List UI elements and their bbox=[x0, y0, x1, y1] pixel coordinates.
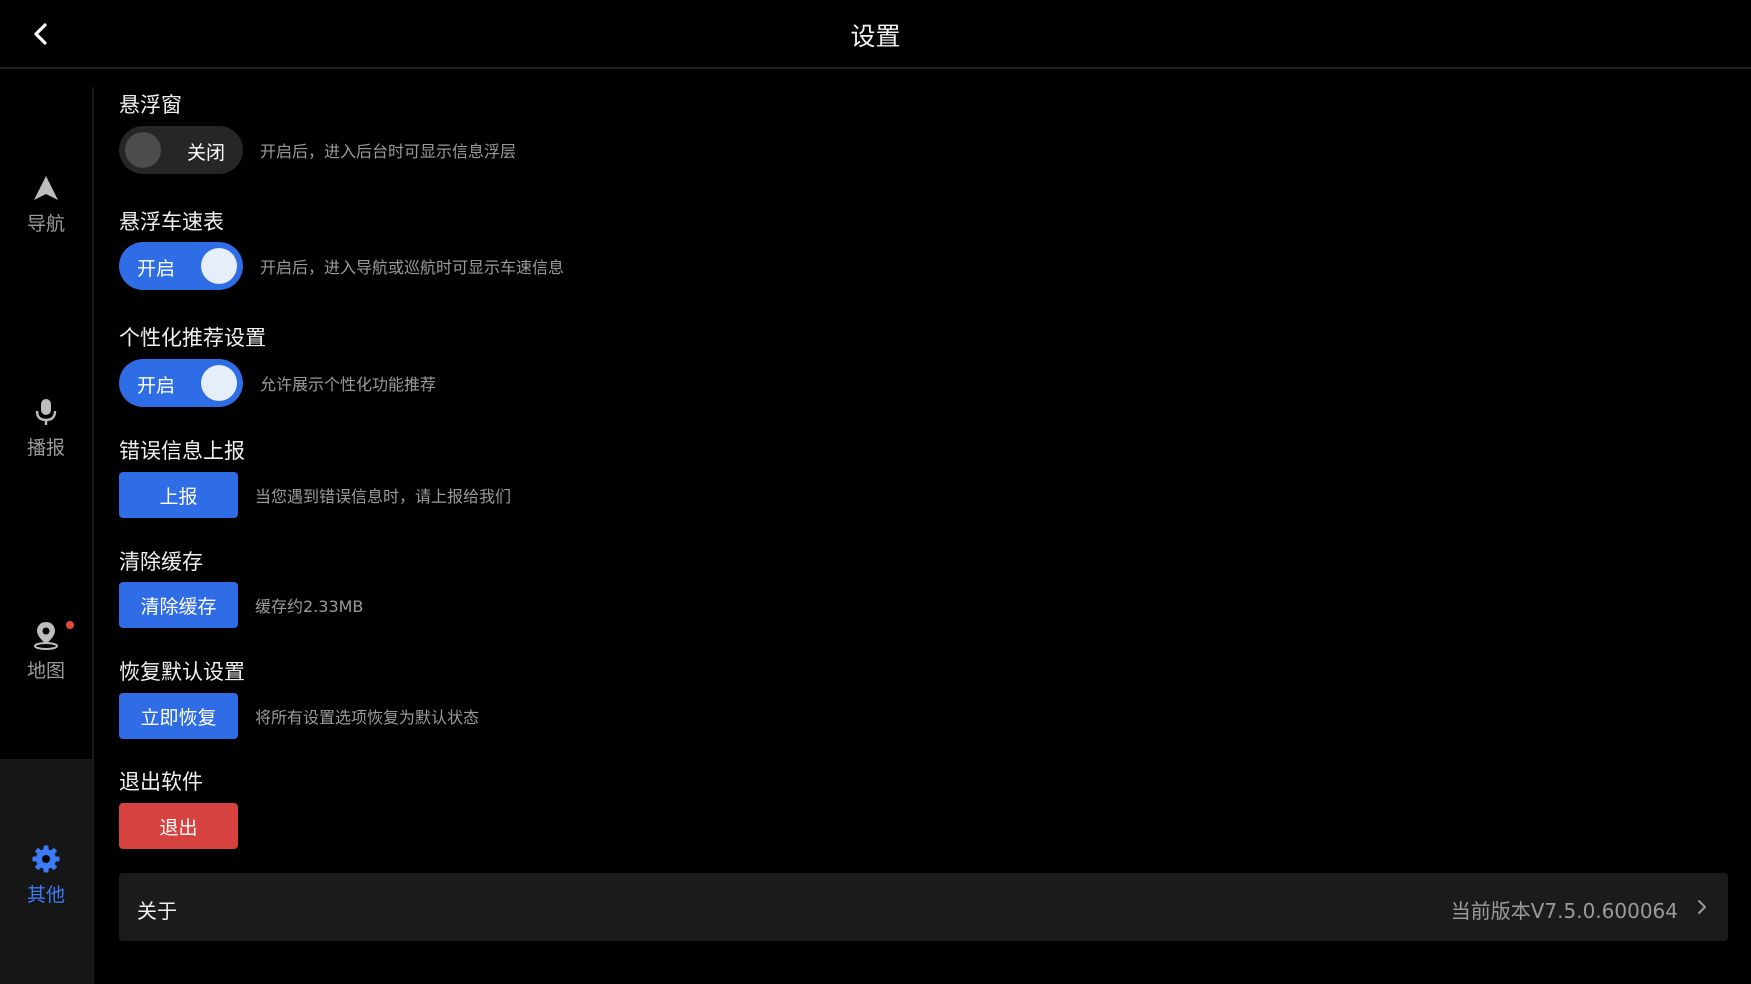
restore-default-button[interactable]: 立即恢复 bbox=[119, 693, 238, 739]
toggle-knob bbox=[201, 365, 237, 401]
sidebar-item-label: 导航 bbox=[26, 213, 65, 235]
section-personalized-recommendation: 个性化推荐设置 bbox=[119, 322, 266, 352]
about-label: 关于 bbox=[137, 899, 177, 923]
section-title: 错误信息上报 bbox=[119, 439, 245, 463]
settings-screen: 设置 导航 播报 地图 其他 悬浮窗 关闭 开启后，进入后台时可显示信息浮层 悬… bbox=[0, 0, 1751, 984]
sidebar: 导航 播报 地图 其他 bbox=[0, 87, 94, 984]
sidebar-item-label: 其他 bbox=[26, 884, 65, 906]
header-bar: 设置 bbox=[0, 0, 1751, 69]
section-clear-cache: 清除缓存 bbox=[119, 546, 203, 576]
restore-default-description: 将所有设置选项恢复为默认状态 bbox=[255, 708, 480, 727]
section-error-report: 错误信息上报 bbox=[119, 435, 245, 465]
toggle-knob bbox=[125, 132, 161, 168]
clear-cache-button[interactable]: 清除缓存 bbox=[119, 582, 238, 628]
sidebar-item-map[interactable]: 地图 bbox=[0, 618, 92, 708]
sidebar-item-label: 播报 bbox=[26, 437, 65, 459]
gear-icon bbox=[29, 842, 63, 876]
sidebar-item-other[interactable]: 其他 bbox=[0, 842, 92, 932]
section-title: 悬浮窗 bbox=[119, 93, 182, 117]
toggle-knob bbox=[201, 248, 237, 284]
microphone-icon bbox=[29, 395, 63, 429]
section-exit: 退出软件 bbox=[119, 766, 203, 796]
page-title: 设置 bbox=[850, 22, 901, 51]
section-floating-window: 悬浮窗 bbox=[119, 89, 182, 119]
error-report-description: 当您遇到错误信息时，请上报给我们 bbox=[255, 487, 512, 506]
floating-window-description: 开启后，进入后台时可显示信息浮层 bbox=[260, 142, 517, 161]
floating-window-toggle[interactable]: 关闭 bbox=[119, 126, 243, 174]
chevron-right-icon bbox=[1698, 900, 1706, 914]
sidebar-item-navigation[interactable]: 导航 bbox=[0, 171, 92, 261]
sidebar-item-broadcast[interactable]: 播报 bbox=[0, 395, 92, 485]
notification-badge bbox=[66, 621, 74, 629]
section-title: 恢复默认设置 bbox=[119, 660, 245, 684]
toggle-label: 开启 bbox=[137, 258, 176, 280]
section-floating-speedometer: 悬浮车速表 bbox=[119, 206, 224, 236]
section-title: 个性化推荐设置 bbox=[119, 326, 266, 350]
version-text: 当前版本V7.5.0.600064 bbox=[1450, 899, 1678, 923]
clear-cache-row: 清除缓存 缓存约2.33MB bbox=[119, 582, 363, 628]
cache-size-text: 缓存约2.33MB bbox=[255, 597, 364, 616]
personalized-recommendation-toggle[interactable]: 开启 bbox=[119, 359, 243, 407]
section-title: 清除缓存 bbox=[119, 550, 203, 574]
floating-speedometer-row: 开启 开启后，进入导航或巡航时可显示车速信息 bbox=[119, 242, 564, 290]
error-report-row: 上报 当您遇到错误信息时，请上报给我们 bbox=[119, 472, 511, 518]
report-error-button[interactable]: 上报 bbox=[119, 472, 238, 518]
floating-window-row: 关闭 开启后，进入后台时可显示信息浮层 bbox=[119, 126, 516, 174]
about-row[interactable]: 关于 当前版本V7.5.0.600064 bbox=[119, 873, 1728, 941]
floating-speedometer-description: 开启后，进入导航或巡航时可显示车速信息 bbox=[260, 258, 565, 277]
exit-row: 退出 bbox=[119, 803, 238, 849]
sidebar-item-label: 地图 bbox=[26, 660, 65, 682]
toggle-label: 开启 bbox=[137, 375, 176, 397]
navigation-arrow-icon bbox=[29, 171, 63, 205]
restore-default-row: 立即恢复 将所有设置选项恢复为默认状态 bbox=[119, 693, 479, 739]
section-title: 退出软件 bbox=[119, 770, 203, 794]
personalized-row: 开启 允许展示个性化功能推荐 bbox=[119, 359, 436, 407]
section-restore-default: 恢复默认设置 bbox=[119, 656, 245, 686]
exit-button[interactable]: 退出 bbox=[119, 803, 238, 849]
personalized-description: 允许展示个性化功能推荐 bbox=[260, 375, 437, 394]
map-pin-icon bbox=[29, 618, 63, 652]
section-title: 悬浮车速表 bbox=[119, 210, 224, 234]
toggle-label: 关闭 bbox=[186, 142, 225, 164]
floating-speedometer-toggle[interactable]: 开启 bbox=[119, 242, 243, 290]
